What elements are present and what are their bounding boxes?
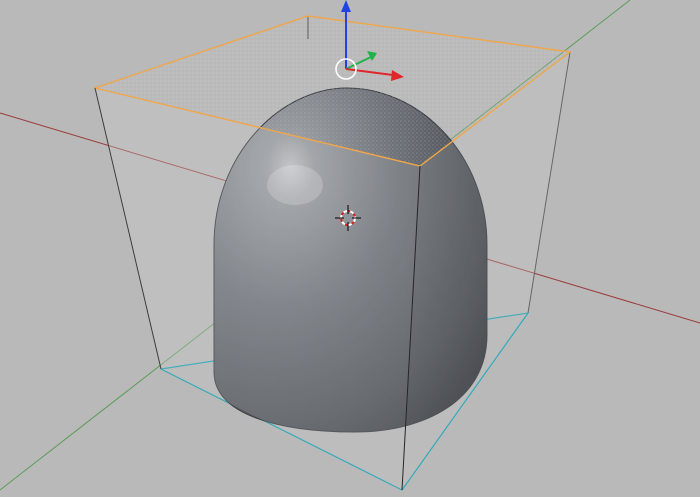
3d-viewport[interactable] — [0, 0, 700, 497]
gizmo-z-arrow[interactable] — [341, 0, 351, 12]
viewport-canvas[interactable] — [0, 0, 700, 497]
